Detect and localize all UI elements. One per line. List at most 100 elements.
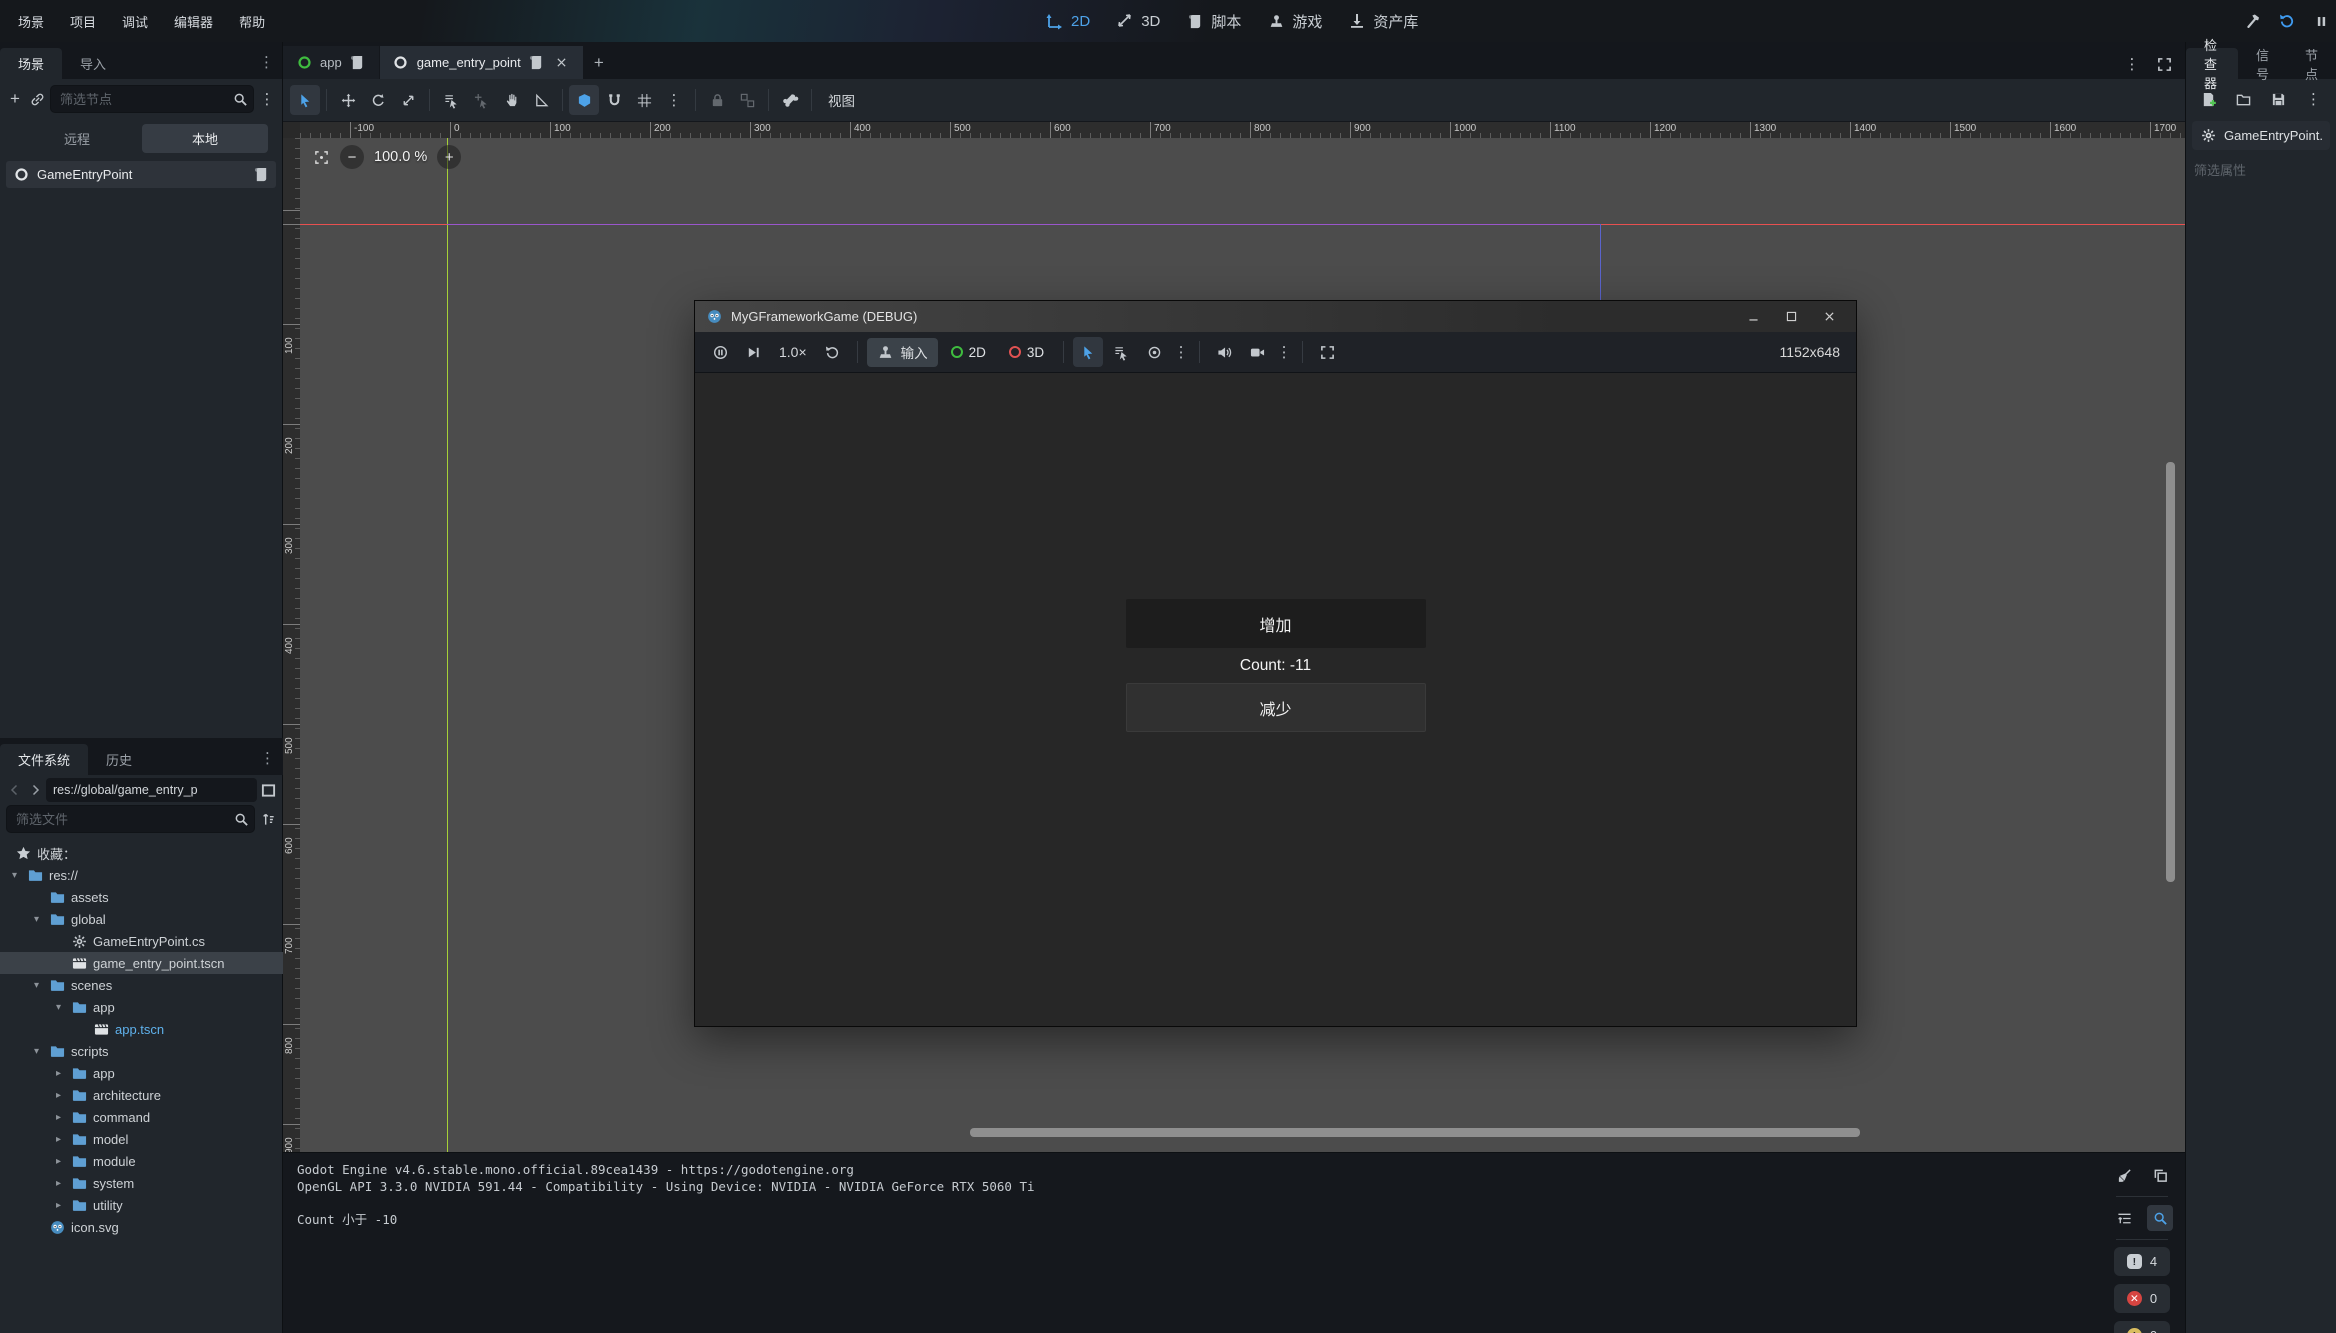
menu-项目[interactable]: 项目: [60, 8, 106, 35]
sort-icon[interactable]: [259, 810, 277, 828]
debug-2d-button[interactable]: 2D: [941, 338, 996, 367]
snap-button[interactable]: [569, 85, 599, 115]
filesystem-tab-文件系统[interactable]: 文件系统: [0, 744, 88, 775]
chevron-down-icon[interactable]: ▾: [8, 870, 21, 881]
vertical-scrollbar[interactable]: [2166, 462, 2175, 882]
tree-item-app.tscn[interactable]: app.tscn: [0, 1018, 283, 1040]
inspector-tab-信号[interactable]: 信号: [2238, 48, 2287, 79]
chevron-right-icon[interactable]: ▸: [52, 1112, 65, 1123]
chevron-down-icon[interactable]: ▾: [30, 980, 43, 991]
tree-item-scripts[interactable]: ▾scripts: [0, 1040, 283, 1062]
mode-button-游戏[interactable]: 游戏: [1267, 11, 1322, 32]
script-icon[interactable]: [252, 166, 270, 184]
kebab-menu-icon[interactable]: ⋮: [258, 90, 276, 108]
tree-item-architecture[interactable]: ▸architecture: [0, 1084, 283, 1106]
camera-button[interactable]: [1242, 337, 1272, 367]
chevron-down-icon[interactable]: ▾: [30, 914, 43, 925]
tree-item-GameEntryPoint.cs[interactable]: GameEntryPoint.cs: [0, 930, 283, 952]
reset-button[interactable]: [818, 337, 848, 367]
warning-count-badge[interactable]: !0: [2114, 1321, 2170, 1333]
filter-nodes-input[interactable]: [50, 85, 254, 113]
kebab-menu-icon[interactable]: ⋮: [1172, 343, 1190, 361]
position-select-button[interactable]: [466, 85, 496, 115]
kebab-menu-icon[interactable]: ⋮: [1275, 343, 1293, 361]
tree-item-scenes[interactable]: ▾scenes: [0, 974, 283, 996]
kebab-menu-icon[interactable]: ⋮: [260, 749, 283, 775]
zoom-level[interactable]: 100.0 %: [374, 149, 427, 165]
kebab-icon[interactable]: ⋮: [2123, 55, 2141, 73]
fullscreen-button[interactable]: [1312, 337, 1342, 367]
pan-button[interactable]: [496, 85, 526, 115]
chevron-right-icon[interactable]: ▸: [52, 1178, 65, 1189]
chevron-right-icon[interactable]: ▸: [52, 1068, 65, 1079]
debug-3d-button[interactable]: 3D: [999, 338, 1054, 367]
next-frame-button[interactable]: [738, 337, 768, 367]
hammer-icon[interactable]: [2244, 12, 2262, 30]
close-icon[interactable]: [1812, 304, 1846, 330]
kebab-button[interactable]: ⋮: [659, 85, 689, 115]
chevron-down-icon[interactable]: ▾: [52, 1002, 65, 1013]
ruler-button[interactable]: [526, 85, 556, 115]
move-button[interactable]: [333, 85, 363, 115]
favorites-row[interactable]: 收藏：: [0, 842, 283, 864]
reload-icon[interactable]: [2278, 12, 2296, 30]
chevron-right-icon[interactable]: ▸: [52, 1156, 65, 1167]
scene-tab-game_entry_point[interactable]: game_entry_point: [380, 46, 583, 79]
instance-scene-icon[interactable]: [28, 90, 46, 108]
mode-button-2D[interactable]: 2D: [1046, 12, 1090, 30]
cursor2-button[interactable]: [1073, 337, 1103, 367]
menu-编辑器[interactable]: 编辑器: [164, 8, 223, 35]
chevron-right-icon[interactable]: ▸: [52, 1200, 65, 1211]
error-count-badge[interactable]: ✕0: [2114, 1284, 2170, 1313]
scale-button[interactable]: [393, 85, 423, 115]
tree-item-app[interactable]: ▸app: [0, 1062, 283, 1084]
tree-item-command[interactable]: ▸command: [0, 1106, 283, 1128]
tree-item-assets[interactable]: assets: [0, 886, 283, 908]
split-view-icon[interactable]: [259, 781, 277, 799]
menu-场景[interactable]: 场景: [8, 8, 54, 35]
increase-button[interactable]: 增加: [1126, 599, 1426, 648]
list-select-button[interactable]: [1106, 337, 1136, 367]
scene-tree-root-node[interactable]: GameEntryPoint: [6, 161, 276, 188]
remote-button[interactable]: 远程: [14, 124, 140, 153]
group-button[interactable]: [732, 85, 762, 115]
menu-调试[interactable]: 调试: [112, 8, 158, 35]
input-mode-button[interactable]: 输入: [867, 338, 938, 367]
script-icon[interactable]: [528, 54, 546, 72]
mode-button-脚本[interactable]: 脚本: [1186, 11, 1241, 32]
nav-forward-icon[interactable]: [26, 781, 44, 799]
bone-button[interactable]: [775, 85, 805, 115]
scene-tab-app[interactable]: app: [283, 46, 379, 79]
mode-button-资产库[interactable]: 资产库: [1348, 11, 1418, 32]
tree-item-model[interactable]: ▸model: [0, 1128, 283, 1150]
tree-item-app[interactable]: ▾app: [0, 996, 283, 1018]
zoom-in-button[interactable]: +: [437, 145, 461, 169]
tree-item-icon.svg[interactable]: icon.svg: [0, 1216, 283, 1238]
speaker-button[interactable]: [1209, 337, 1239, 367]
folder-open-icon[interactable]: [2235, 90, 2252, 108]
expand-icon[interactable]: [2155, 55, 2173, 73]
select-cursor-button[interactable]: [290, 85, 320, 115]
minimize-icon[interactable]: [1736, 304, 1770, 330]
broom-button[interactable]: [2111, 1162, 2137, 1188]
message-count-badge[interactable]: !4: [2114, 1247, 2170, 1276]
inspector-object-row[interactable]: GameEntryPoint.: [2192, 121, 2330, 150]
filesystem-path-input[interactable]: [46, 778, 257, 802]
playback-speed[interactable]: 1.0×: [771, 344, 815, 360]
maximize-icon[interactable]: [1774, 304, 1808, 330]
tree-item-game_entry_point.tscn[interactable]: game_entry_point.tscn: [0, 952, 283, 974]
collapse-button[interactable]: [2111, 1205, 2137, 1231]
inspector-tab-节点[interactable]: 节点: [2287, 48, 2336, 79]
new-scene-tab-button[interactable]: +: [584, 46, 614, 79]
list-select-button[interactable]: [436, 85, 466, 115]
filesystem-tab-历史[interactable]: 历史: [88, 744, 150, 775]
grid-button[interactable]: [629, 85, 659, 115]
chevron-right-icon[interactable]: ▸: [52, 1090, 65, 1101]
zoom-out-button[interactable]: −: [340, 145, 364, 169]
focus-button[interactable]: [1139, 337, 1169, 367]
view-menu-button[interactable]: 视图: [818, 86, 865, 114]
pause-icon[interactable]: [2312, 12, 2330, 30]
chevron-right-icon[interactable]: ▸: [52, 1134, 65, 1145]
close-icon[interactable]: [553, 54, 571, 72]
tree-item-global[interactable]: ▾global: [0, 908, 283, 930]
